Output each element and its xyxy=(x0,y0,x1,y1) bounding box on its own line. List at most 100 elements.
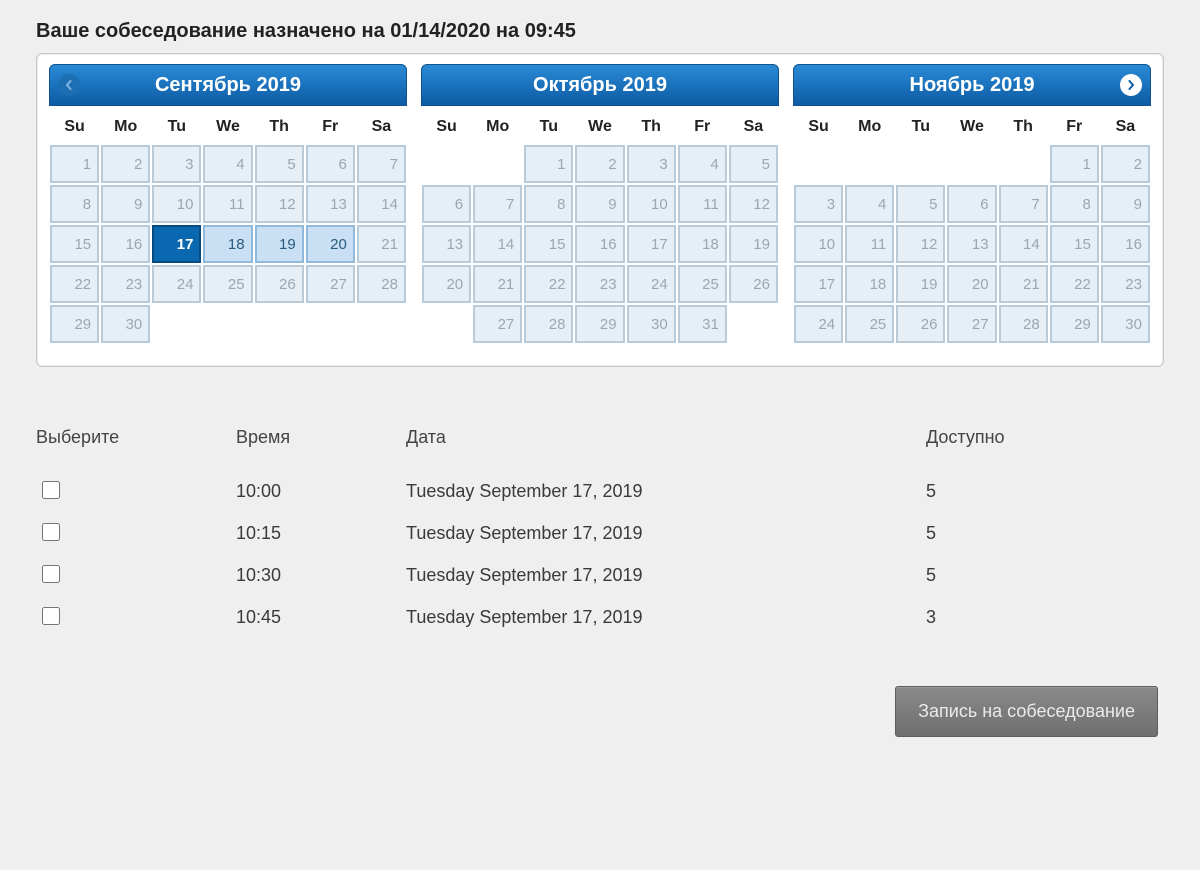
calendar-prev-button[interactable] xyxy=(58,74,80,96)
timeslot-available: 5 xyxy=(926,565,1164,586)
calendar-day-disabled: 24 xyxy=(627,265,676,303)
calendar-day-disabled: 11 xyxy=(678,185,727,223)
calendar-day-disabled: 5 xyxy=(255,145,304,183)
calendar-day-disabled: 25 xyxy=(203,265,252,303)
dow-cell: We xyxy=(574,106,625,144)
calendar-day-disabled: 2 xyxy=(575,145,624,183)
calendar-day-disabled: 29 xyxy=(575,305,624,343)
calendar-day-disabled: 14 xyxy=(357,185,406,223)
calendar-day-disabled: 30 xyxy=(627,305,676,343)
calendar-day-disabled: 27 xyxy=(947,305,996,343)
timeslot-time: 10:00 xyxy=(236,481,406,502)
calendar-day-disabled: 27 xyxy=(473,305,522,343)
month-title: Сентябрь 2019 xyxy=(155,74,301,96)
calendar-day-disabled: 16 xyxy=(101,225,150,263)
calendar-day-available[interactable]: 18 xyxy=(203,225,252,263)
calendar-day-empty xyxy=(473,145,522,183)
timeslot-select-cell xyxy=(36,520,236,546)
dow-cell: Sa xyxy=(356,106,407,144)
calendar-day-disabled: 4 xyxy=(678,145,727,183)
calendar-day-disabled: 5 xyxy=(896,185,945,223)
dow-cell: Su xyxy=(421,106,472,144)
calendar-day-empty xyxy=(947,145,996,183)
calendar-day-disabled: 11 xyxy=(845,225,894,263)
month-header: Ноябрь 2019 xyxy=(793,64,1151,106)
timeslot-checkbox[interactable] xyxy=(42,523,60,541)
dow-cell: Th xyxy=(626,106,677,144)
calendar-day-disabled: 10 xyxy=(794,225,843,263)
calendar-day-disabled: 3 xyxy=(794,185,843,223)
calendar-day-empty xyxy=(999,145,1048,183)
submit-button[interactable]: Запись на собеседование xyxy=(895,686,1158,737)
dow-cell: Th xyxy=(254,106,305,144)
dow-cell: Th xyxy=(998,106,1049,144)
calendar-day-disabled: 28 xyxy=(357,265,406,303)
calendar-day-available[interactable]: 19 xyxy=(255,225,304,263)
calendar-day-disabled: 29 xyxy=(50,305,99,343)
timeslot-date: Tuesday September 17, 2019 xyxy=(406,481,926,502)
calendar-day-disabled: 16 xyxy=(1101,225,1150,263)
calendar-day-available[interactable]: 20 xyxy=(306,225,355,263)
dow-cell: Sa xyxy=(728,106,779,144)
calendar-day-disabled: 6 xyxy=(306,145,355,183)
calendar-day-disabled: 5 xyxy=(729,145,778,183)
calendar-day-disabled: 16 xyxy=(575,225,624,263)
calendar-day-empty xyxy=(896,145,945,183)
calendar-day-disabled: 21 xyxy=(473,265,522,303)
calendar-day-disabled: 12 xyxy=(729,185,778,223)
calendar-day-disabled: 1 xyxy=(50,145,99,183)
timeslots-header: Выберите Время Дата Доступно xyxy=(36,427,1164,448)
calendar-day-disabled: 8 xyxy=(524,185,573,223)
timeslot-date: Tuesday September 17, 2019 xyxy=(406,565,926,586)
calendar-panel: Сентябрь 2019SuMoTuWeThFrSa1234567891011… xyxy=(36,53,1164,367)
col-available: Доступно xyxy=(926,427,1164,448)
page-title: Ваше собеседование назначено на 01/14/20… xyxy=(36,20,1164,43)
timeslot-checkbox[interactable] xyxy=(42,565,60,583)
calendar-day-empty xyxy=(255,305,304,343)
calendar-day-disabled: 19 xyxy=(896,265,945,303)
calendar-day-empty xyxy=(729,305,778,343)
calendar-day-disabled: 26 xyxy=(896,305,945,343)
calendar-day-empty xyxy=(845,145,894,183)
timeslot-available: 3 xyxy=(926,607,1164,628)
calendar-day-disabled: 4 xyxy=(203,145,252,183)
timeslot-select-cell xyxy=(36,604,236,630)
dow-cell: Fr xyxy=(1049,106,1100,144)
calendar-day-disabled: 28 xyxy=(524,305,573,343)
timeslot-checkbox[interactable] xyxy=(42,607,60,625)
month-oct-2019: Октябрь 2019SuMoTuWeThFrSa12345678910111… xyxy=(421,64,779,344)
calendar-day-disabled: 22 xyxy=(1050,265,1099,303)
timeslot-row: 10:45Tuesday September 17, 20193 xyxy=(36,596,1164,638)
calendar-day-disabled: 9 xyxy=(101,185,150,223)
timeslot-checkbox[interactable] xyxy=(42,481,60,499)
calendar-day-disabled: 15 xyxy=(50,225,99,263)
calendar-day-empty xyxy=(203,305,252,343)
calendar-day-selected[interactable]: 17 xyxy=(152,225,201,263)
timeslot-date: Tuesday September 17, 2019 xyxy=(406,607,926,628)
calendar-day-disabled: 7 xyxy=(999,185,1048,223)
calendar-day-disabled: 10 xyxy=(627,185,676,223)
dow-cell: Tu xyxy=(895,106,946,144)
calendar-day-disabled: 14 xyxy=(473,225,522,263)
dow-cell: Fr xyxy=(305,106,356,144)
calendar-day-disabled: 7 xyxy=(473,185,522,223)
timeslot-row: 10:15Tuesday September 17, 20195 xyxy=(36,512,1164,554)
calendar-day-disabled: 4 xyxy=(845,185,894,223)
calendar-day-disabled: 8 xyxy=(1050,185,1099,223)
col-time: Время xyxy=(236,427,406,448)
timeslot-time: 10:45 xyxy=(236,607,406,628)
calendar-day-disabled: 31 xyxy=(678,305,727,343)
calendar-day-disabled: 9 xyxy=(1101,185,1150,223)
calendar-day-empty xyxy=(306,305,355,343)
calendar-day-empty xyxy=(794,145,843,183)
calendar-day-empty xyxy=(422,305,471,343)
dow-cell: Su xyxy=(793,106,844,144)
calendar-day-empty xyxy=(152,305,201,343)
calendar-day-disabled: 6 xyxy=(422,185,471,223)
dow-cell: We xyxy=(202,106,253,144)
month-title: Октябрь 2019 xyxy=(533,74,667,96)
calendar-day-disabled: 30 xyxy=(1101,305,1150,343)
calendar-day-disabled: 24 xyxy=(152,265,201,303)
calendar-day-disabled: 3 xyxy=(627,145,676,183)
calendar-next-button[interactable] xyxy=(1120,74,1142,96)
